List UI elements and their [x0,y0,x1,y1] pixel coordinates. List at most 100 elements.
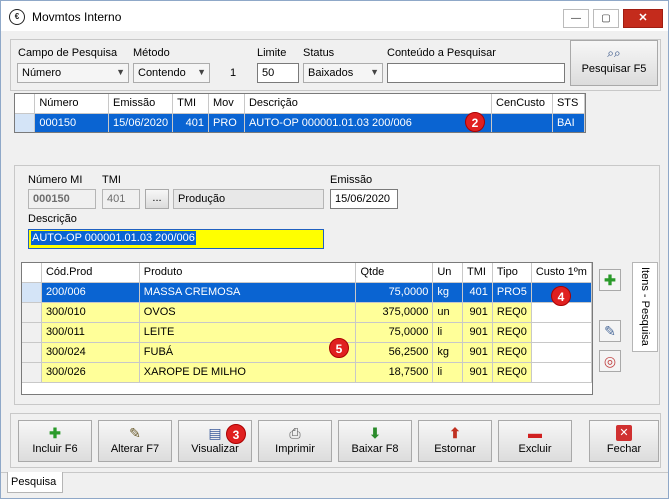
marker-badge-5: 5 [329,338,349,358]
estornar-button-label: Estornar [434,443,476,455]
status-label: Status [303,47,335,59]
row-indicator [15,113,36,132]
numero-mi-field: 000150 [28,189,96,209]
cell-sts: BAI [552,113,585,132]
campo-select[interactable]: Número ▼ [17,63,129,83]
tmi-lookup-button[interactable]: ... [145,189,169,209]
title-bar: € Movmtos Interno — ▢ ✕ [1,1,668,31]
descricao-field[interactable]: AUTO-OP 000001.01.03 200/006 [28,229,324,249]
col-tmi[interactable]: TMI [462,263,493,283]
cell-un: li [432,362,463,383]
table-row[interactable]: 200/006 MASSA CREMOSA 75,0000 kg 401 PRO… [22,282,592,303]
view-item-button[interactable]: ◎ [599,350,621,372]
table-row[interactable]: 000150 15/06/2020 401 PRO AUTO-OP 000001… [15,113,585,132]
tab-pesquisa[interactable]: Pesquisa [7,472,63,493]
cell-tmi: 901 [462,302,493,323]
fechar-button[interactable]: ✕ Fechar [589,420,659,462]
arrow-up-icon: ⬆ [449,425,461,441]
conteudo-input[interactable] [387,63,565,83]
excluir-button-label: Excluir [518,443,552,455]
items-grid: Cód.Prod Produto Qtde Un TMI Tipo Custo … [21,262,593,395]
col-emissao[interactable]: Emissão [108,94,174,114]
cell-produto: LEITE [139,322,357,343]
cell-tipo: REQ0 [492,302,532,323]
cell-descricao: AUTO-OP 000001.01.03 200/006 [244,113,493,132]
minimize-button[interactable]: — [563,9,589,28]
add-item-button[interactable]: ✚ [599,269,621,291]
search-button[interactable]: ⌕⌕ Pesquisar F5 [570,40,658,86]
limite-input[interactable]: 50 [257,63,299,83]
emissao-field[interactable]: 15/06/2020 [330,189,398,209]
col-sts[interactable]: STS [552,94,585,114]
table-row[interactable]: 300/010 OVOS 375,0000 un 901 REQ0 [22,302,592,323]
cell-cod: 300/010 [41,302,140,323]
chevron-down-icon: ▼ [116,67,125,77]
alterar-button[interactable]: ✎ Alterar F7 [98,420,172,462]
cell-produto: MASSA CREMOSA [139,282,357,303]
metodo-label: Método [133,47,170,59]
cell-numero: 000150 [34,113,110,132]
row-indicator [22,362,42,383]
tmi-field: 401 [102,189,140,209]
incluir-button[interactable]: ✚ Incluir F6 [18,420,92,462]
campo-value: Número [22,67,62,79]
imprimir-button[interactable]: ⎙ Imprimir [258,420,332,462]
col-numero[interactable]: Número [34,94,110,114]
items-grid-header: Cód.Prod Produto Qtde Un TMI Tipo Custo … [22,263,592,283]
cell-custo [531,342,592,363]
campo-label: Campo de Pesquisa [18,47,118,59]
fechar-button-label: Fechar [606,443,642,455]
cell-un: kg [432,342,463,363]
header-indicator [22,263,42,283]
table-row[interactable]: 300/024 FUBÁ 56,2500 kg 901 REQ0 [22,342,592,363]
main-grid: Número Emissão TMI Mov Descrição CenCust… [14,93,586,133]
marker-badge-3: 3 [226,424,246,444]
minus-icon: ▬ [528,425,542,441]
app-icon: € [9,9,25,25]
plus-icon: ✚ [49,425,61,441]
table-row[interactable]: 300/011 LEITE 75,0000 li 901 REQ0 [22,322,592,343]
count-label: 1 [230,67,237,79]
window-title: Movmtos Interno [32,10,122,24]
col-cod-prod[interactable]: Cód.Prod [41,263,140,283]
tab-strip-divider [1,472,668,473]
close-icon: ✕ [616,425,632,441]
cell-produto: FUBÁ [139,342,357,363]
cell-un: kg [432,282,463,303]
status-select[interactable]: Baixados ▼ [303,63,383,83]
status-value: Baixados [308,67,354,79]
col-cencusto[interactable]: CenCusto [491,94,553,114]
row-indicator [22,282,42,303]
descricao-field-text: AUTO-OP 000001.01.03 200/006 [31,231,196,245]
col-un[interactable]: Un [432,263,463,283]
cell-cod: 300/011 [41,322,140,343]
col-tmi[interactable]: TMI [172,94,209,114]
maximize-button[interactable]: ▢ [593,9,619,28]
emissao-label: Emissão [330,174,373,186]
col-mov[interactable]: Mov [208,94,245,114]
baixar-button[interactable]: ⬇ Baixar F8 [338,420,412,462]
tab-itens-pesquisa[interactable]: Itens - Pesquisa [632,262,658,352]
cell-mov: PRO [208,113,245,132]
cell-tipo: PRO5 [492,282,532,303]
estornar-button[interactable]: ⬆ Estornar [418,420,492,462]
binoculars-icon: ⌕⌕ [607,46,621,60]
excluir-button[interactable]: ▬ Excluir [498,420,572,462]
col-produto[interactable]: Produto [139,263,357,283]
cell-tipo: REQ0 [492,342,532,363]
col-custo[interactable]: Custo 1ºm [531,263,592,283]
col-qtde[interactable]: Qtde [355,263,434,283]
table-row[interactable]: 300/026 XAROPE DE MILHO 18,7500 li 901 R… [22,362,592,383]
cell-cod: 300/024 [41,342,140,363]
col-descricao[interactable]: Descrição [244,94,493,114]
cell-custo [531,362,592,383]
marker-badge-2: 2 [465,112,485,132]
close-button[interactable]: ✕ [623,9,663,28]
col-tipo[interactable]: Tipo [492,263,532,283]
cell-tmi: 901 [462,362,493,383]
metodo-select[interactable]: Contendo ▼ [133,63,210,83]
alterar-button-label: Alterar F7 [110,443,160,455]
cell-qtde: 75,0000 [355,282,434,303]
edit-item-button[interactable]: ✎ [599,320,621,342]
tmi-desc-field: Produção [173,189,324,209]
